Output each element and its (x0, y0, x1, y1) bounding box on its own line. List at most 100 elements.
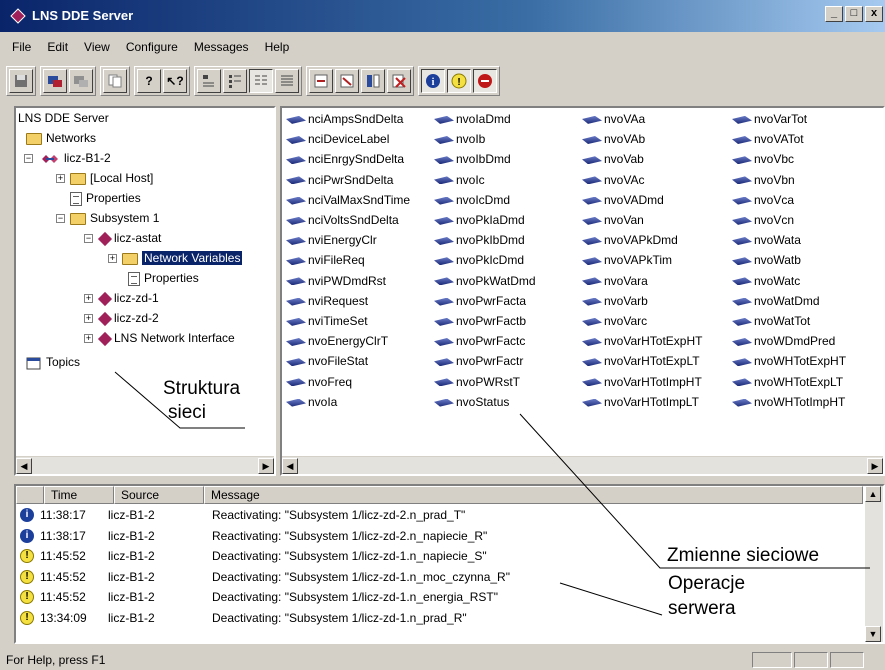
network-variable-item[interactable]: nvoVarTot (732, 109, 807, 129)
network-variable-item[interactable]: nvoVbn (732, 170, 795, 190)
network-variable-item[interactable]: nvoWata (732, 230, 801, 250)
scroll-right-button[interactable]: ▶ (867, 458, 883, 474)
network-variable-item[interactable]: nvoIb (434, 129, 485, 149)
network-variable-item[interactable]: nvoIc (434, 170, 485, 190)
network-variable-item[interactable]: nvoStatus (434, 392, 509, 412)
large-icons-button[interactable] (197, 69, 221, 93)
network-variable-item[interactable]: nvoFreq (286, 372, 352, 392)
network-variable-item[interactable]: nciAmpsSndDelta (286, 109, 403, 129)
network-variable-item[interactable]: nvoVab (582, 149, 644, 169)
network-variable-item[interactable]: nvoPkIbDmd (434, 230, 525, 250)
network-variable-item[interactable]: nvoVan (582, 210, 644, 230)
network-variable-item[interactable]: nvoPWRstT (434, 372, 520, 392)
expand-licz-zd-1[interactable]: + (84, 294, 93, 303)
variables-horizontal-scrollbar[interactable]: ◀ ▶ (282, 456, 883, 474)
menu-edit[interactable]: Edit (39, 38, 76, 58)
network-variable-item[interactable]: nvoVarb (582, 291, 648, 311)
tree-subsystem-1[interactable]: Subsystem 1 (70, 208, 159, 228)
network-variable-item[interactable]: nvoVAc (582, 170, 644, 190)
tree-licz-astat[interactable]: licz-astat (97, 228, 161, 248)
network-variable-item[interactable]: nciDeviceLabel (286, 129, 389, 149)
network-variable-item[interactable]: nvoVADmd (582, 190, 664, 210)
network-variable-item[interactable]: nvoPkWatDmd (434, 271, 536, 291)
tree-root[interactable]: LNS DDE Server (18, 108, 109, 128)
network-variable-item[interactable]: nvoWHTotExpLT (732, 372, 843, 392)
warning-filter-button[interactable]: ! (447, 69, 471, 93)
tree-topics[interactable]: Topics (26, 352, 80, 372)
expand-local-host[interactable]: + (56, 174, 65, 183)
network-variable-item[interactable]: nvoVara (582, 271, 648, 291)
details-view-button[interactable] (275, 69, 299, 93)
network-variable-item[interactable]: nvoVAb (582, 129, 645, 149)
tree-local-host[interactable]: [Local Host] (70, 168, 153, 188)
network-variable-item[interactable]: nviPWDmdRst (286, 271, 386, 291)
menu-messages[interactable]: Messages (186, 38, 257, 58)
network-variable-item[interactable]: nviRequest (286, 291, 368, 311)
network-variable-item[interactable]: nvoPwrFactb (434, 311, 526, 331)
copy-button[interactable] (103, 69, 127, 93)
network-variable-item[interactable]: nvoVAPkTim (582, 250, 672, 270)
network-variable-item[interactable]: nvoWatc (732, 271, 800, 291)
network-variable-item[interactable]: nciEnrgySndDelta (286, 149, 404, 169)
error-filter-button[interactable] (473, 69, 497, 93)
network-button[interactable] (43, 69, 67, 93)
list-view-button[interactable] (249, 69, 273, 93)
network-variable-item[interactable]: nvoPwrFactr (434, 351, 523, 371)
add-button[interactable] (309, 69, 333, 93)
source-column-header[interactable]: Source (114, 486, 204, 504)
save-button[interactable] (9, 69, 33, 93)
network-variable-item[interactable]: nviTimeSet (286, 311, 368, 331)
network-variable-item[interactable]: nvoVAa (582, 109, 645, 129)
network-variable-item[interactable]: nvoIa (286, 392, 337, 412)
network-variable-item[interactable]: nvoVATot (732, 129, 804, 149)
delete-button[interactable] (387, 69, 411, 93)
time-column-header[interactable]: Time (44, 486, 114, 504)
tree-network-variables[interactable]: Network Variables (122, 248, 244, 268)
minimize-button[interactable]: _ (825, 6, 843, 22)
tree-properties[interactable]: Properties (70, 188, 141, 208)
network-variable-item[interactable]: nvoVAPkDmd (582, 230, 678, 250)
network-variable-item[interactable]: nvoFileStat (286, 351, 368, 371)
tree-horizontal-scrollbar[interactable]: ◀ ▶ (16, 456, 274, 474)
network-variable-item[interactable]: nvoVarc (582, 311, 647, 331)
network-variable-item[interactable]: nviEnergyClr (286, 230, 377, 250)
context-help-button[interactable]: ↖? (163, 69, 187, 93)
tree-astat-properties[interactable]: Properties (128, 268, 199, 288)
scroll-left-button[interactable]: ◀ (16, 458, 32, 474)
small-icons-button[interactable] (223, 69, 247, 93)
network-variable-item[interactable]: nvoPkIaDmd (434, 210, 525, 230)
icon-column-header[interactable] (16, 486, 44, 504)
network-variable-item[interactable]: nvoWHTotExpHT (732, 351, 846, 371)
network-variable-item[interactable]: nvoVarHTotExpHT (582, 331, 702, 351)
network-variable-item[interactable]: nvoIbDmd (434, 149, 511, 169)
network-variable-item[interactable]: nciValMaxSndTime (286, 190, 410, 210)
collapse-licz-b1-2[interactable]: − (24, 154, 33, 163)
network-variable-item[interactable]: nvoVca (732, 190, 794, 210)
scroll-left-button[interactable]: ◀ (282, 458, 298, 474)
message-column-header[interactable]: Message (204, 486, 863, 504)
network-variable-item[interactable]: nvoWatDmd (732, 291, 820, 311)
collapse-licz-astat[interactable]: − (84, 234, 93, 243)
network-variable-item[interactable]: nvoPkIcDmd (434, 250, 524, 270)
menu-file[interactable]: File (4, 38, 39, 58)
network-variable-item[interactable]: nvoVarHTotImpLT (582, 392, 699, 412)
disabled-button[interactable] (69, 69, 93, 93)
network-tree-pane[interactable]: LNS DDE Server Networks − licz-B1-2 + [L… (14, 106, 276, 476)
network-variable-item[interactable]: nviFileReq (286, 250, 365, 270)
expand-lns-ni[interactable]: + (84, 334, 93, 343)
close-button[interactable]: x (865, 6, 883, 22)
message-row[interactable]: i 11:38:17 licz-B1-2 Reactivating: "Subsyst… (16, 526, 856, 546)
scroll-right-button[interactable]: ▶ (258, 458, 274, 474)
network-variable-item[interactable]: nvoVbc (732, 149, 794, 169)
network-variable-item[interactable]: nvoVarHTotExpLT (582, 351, 700, 371)
network-variable-item[interactable]: nvoIaDmd (434, 109, 511, 129)
network-variable-item[interactable]: nvoWatb (732, 250, 801, 270)
message-vertical-scrollbar[interactable]: ▲ ▼ (865, 486, 883, 642)
network-variable-item[interactable]: nvoPwrFactc (434, 331, 525, 351)
collapse-subsystem[interactable]: − (56, 214, 65, 223)
network-variable-item[interactable]: nvoVarHTotImpHT (582, 372, 702, 392)
tree-licz-b1-2[interactable]: licz-B1-2 (38, 148, 111, 168)
network-variable-item[interactable]: nvoPwrFacta (434, 291, 526, 311)
scroll-up-button[interactable]: ▲ (865, 486, 881, 502)
network-variable-item[interactable]: nciVoltsSndDelta (286, 210, 399, 230)
